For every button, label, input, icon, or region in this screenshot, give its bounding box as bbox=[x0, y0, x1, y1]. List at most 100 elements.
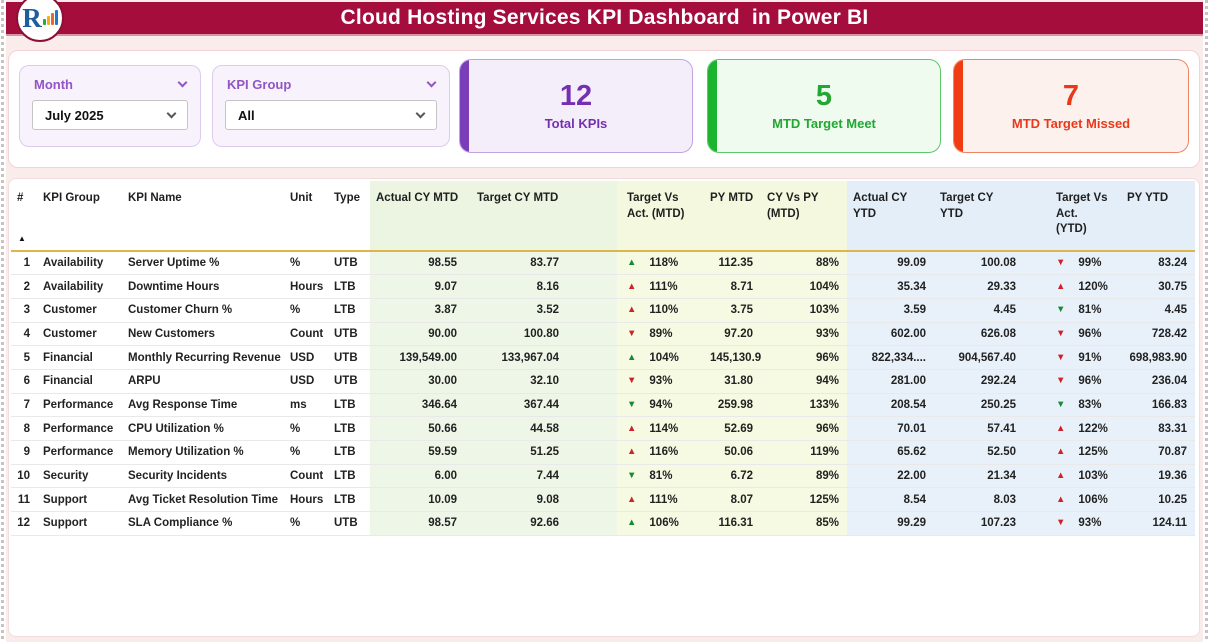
target-cy-ytd-cell: 4.45 bbox=[934, 298, 1024, 323]
chevron-down-icon[interactable] bbox=[177, 77, 188, 88]
type-cell: UTB bbox=[328, 369, 370, 394]
actual-cy-ytd-cell: 99.29 bbox=[847, 511, 934, 536]
row-number-cell: 7 bbox=[11, 393, 37, 418]
arrow-up-icon: ▲ bbox=[1056, 493, 1066, 505]
col-header-kpi-group[interactable]: KPI Group bbox=[37, 181, 122, 252]
target-vs-actual-pct: 125% bbox=[1078, 446, 1108, 459]
target-vs-act-ytd-cell: ▼ 81% bbox=[1024, 298, 1117, 323]
unit-cell: % bbox=[284, 416, 328, 441]
target-vs-actual-pct: 111% bbox=[649, 493, 678, 506]
arrow-up-icon: ▲ bbox=[627, 446, 637, 458]
py-mtd-cell: 97.20 bbox=[704, 322, 761, 347]
actual-cy-ytd-cell: 281.00 bbox=[847, 369, 934, 394]
table-row[interactable]: 10 Security Security Incidents Count LTB 6.00… bbox=[11, 464, 1195, 489]
kpi-name-cell: ARPU bbox=[122, 369, 284, 394]
table-row[interactable]: 4 Customer New Customers Count UTB 90.00 100.8… bbox=[11, 322, 1195, 347]
row-number-cell: 8 bbox=[11, 416, 37, 441]
col-header-target-cy-ytd[interactable]: Target CY YTD bbox=[934, 181, 1024, 252]
table-row[interactable]: 3 Customer Customer Churn %% LTB 3.87 3.52 ▲ 11… bbox=[11, 298, 1195, 323]
unit-cell: Hours bbox=[284, 487, 328, 513]
mtd-target-missed-label: MTD Target Missed bbox=[1011, 115, 1131, 131]
table-row[interactable]: 2 Availability Downtime Hours Hours LTB 9.07 8… bbox=[11, 274, 1195, 299]
target-cy-ytd-cell: 52.50 bbox=[934, 440, 1024, 465]
month-dropdown-value: July 2025 bbox=[45, 107, 104, 123]
month-slicer-label: Month bbox=[34, 77, 73, 92]
kpi-group-cell: Support bbox=[37, 511, 122, 536]
arrow-up-icon: ▲ bbox=[627, 517, 637, 529]
type-cell: UTB bbox=[328, 322, 370, 347]
month-dropdown[interactable]: July 2025 bbox=[32, 100, 188, 130]
target-vs-actual-pct: 81% bbox=[1078, 304, 1102, 317]
target-cy-ytd-cell: 57.41 bbox=[934, 416, 1024, 441]
chevron-down-icon[interactable] bbox=[426, 77, 437, 88]
col-header-target-cy-mtd[interactable]: Target CY MTD bbox=[465, 181, 617, 252]
kpi-group-slicer-header[interactable]: KPI Group bbox=[227, 77, 437, 92]
col-header-cy-vs-py-mtd[interactable]: CY Vs PY (MTD) bbox=[761, 181, 847, 252]
month-slicer: Month July 2025 bbox=[19, 65, 201, 147]
target-vs-actual-pct: 94% bbox=[649, 398, 673, 411]
type-cell: UTB bbox=[328, 251, 370, 276]
target-cy-ytd-cell: 626.08 bbox=[934, 322, 1024, 347]
target-vs-actual-pct: 118% bbox=[649, 257, 679, 270]
table-row[interactable]: 9 Performance Memory Utilization %% LTB 59.5… bbox=[11, 440, 1195, 465]
table-row[interactable]: 8 Performance CPU Utilization %% LTB 50.66 44… bbox=[11, 416, 1195, 441]
target-vs-act-mtd-cell: ▲ 114% bbox=[617, 416, 704, 441]
py-ytd-cell: 70.87 bbox=[1117, 440, 1195, 465]
py-ytd-cell: 728.42 bbox=[1117, 322, 1195, 347]
row-number-cell: 3 bbox=[11, 298, 37, 323]
kpi-group-cell: Performance bbox=[37, 416, 122, 441]
table-row[interactable]: 12 Support SLA Compliance %% UTB 98.57 92.66 ▲… bbox=[11, 511, 1195, 536]
kpi-name-cell: Avg Response Time bbox=[122, 393, 284, 418]
col-header-unit[interactable]: Unit bbox=[284, 181, 328, 252]
actual-cy-ytd-cell: 65.62 bbox=[847, 440, 934, 465]
cy-vs-py-mtd-cell: 133% bbox=[761, 393, 847, 418]
col-header-py-mtd[interactable]: PY MTD bbox=[704, 181, 761, 252]
target-cy-ytd-cell: 107.23 bbox=[934, 511, 1024, 536]
col-header-target-vs-act-ytd[interactable]: Target Vs Act. (YTD) bbox=[1024, 181, 1117, 252]
row-number-cell: 6 bbox=[11, 369, 37, 394]
py-ytd-cell: 4.45 bbox=[1117, 298, 1195, 323]
col-header-target-vs-act-mtd[interactable]: Target Vs Act. (MTD) bbox=[617, 181, 704, 252]
table-row[interactable]: 5 Financial Monthly Recurring Revenue USD UT… bbox=[11, 345, 1195, 370]
col-header-py-ytd[interactable]: PY YTD bbox=[1117, 181, 1195, 252]
arrow-down-icon: ▼ bbox=[1056, 375, 1066, 387]
target-cy-ytd-cell: 8.03 bbox=[934, 487, 1024, 513]
card-accent-bar bbox=[954, 60, 963, 152]
table-row[interactable]: 1 Availability Server Uptime %% UTB 98.55 83.… bbox=[11, 251, 1195, 276]
month-slicer-header[interactable]: Month bbox=[34, 77, 188, 92]
py-mtd-cell: 112.35 bbox=[704, 251, 761, 276]
col-header-index[interactable]: # ▲ bbox=[11, 181, 37, 252]
target-vs-actual-pct: 91% bbox=[1078, 351, 1102, 364]
col-header-actual-cy-ytd[interactable]: Actual CY YTD bbox=[847, 181, 934, 252]
target-cy-mtd-cell: 51.25 bbox=[465, 440, 617, 465]
kpi-group-dropdown[interactable]: All bbox=[225, 100, 437, 130]
sort-ascending-icon[interactable]: ▲ bbox=[18, 234, 26, 245]
dashboard-canvas: R Cloud Hosting Services KPI Dashboard i… bbox=[0, 0, 1210, 642]
table-row[interactable]: 7 Performance Avg Response Time ms LTB 346.64… bbox=[11, 393, 1195, 418]
mtd-target-meet-value: 5 bbox=[815, 80, 833, 113]
logo-bar-chart-icon bbox=[42, 9, 58, 25]
table-row[interactable]: 6 Financial ARPU USD UTB 30.00 32.10 ▼ 93% 31.80 9… bbox=[11, 369, 1195, 394]
arrow-up-icon: ▲ bbox=[1056, 280, 1066, 292]
target-cy-ytd-cell: 21.34 bbox=[934, 464, 1024, 489]
actual-cy-mtd-cell: 346.64 bbox=[370, 393, 465, 418]
unit-cell: USD bbox=[284, 369, 328, 394]
target-cy-mtd-cell: 133,967.04 bbox=[465, 345, 617, 370]
target-cy-ytd-cell: 904,567.40 bbox=[934, 345, 1024, 370]
arrow-up-icon: ▲ bbox=[627, 304, 637, 316]
kpi-name-cell: Server Uptime % bbox=[122, 251, 284, 276]
table-row[interactable]: 11 Support Avg Ticket Resolution Time Hours… bbox=[11, 487, 1195, 513]
type-cell: LTB bbox=[328, 274, 370, 299]
kpi-group-slicer-label: KPI Group bbox=[227, 77, 292, 92]
col-header-kpi-name[interactable]: KPI Name bbox=[122, 181, 284, 252]
target-vs-act-mtd-cell: ▼ 93% bbox=[617, 369, 704, 394]
row-number-cell: 10 bbox=[11, 464, 37, 489]
col-header-type[interactable]: Type bbox=[328, 181, 370, 252]
card-accent-bar bbox=[708, 60, 717, 152]
arrow-down-icon: ▼ bbox=[1056, 351, 1066, 363]
py-mtd-cell: 52.69 bbox=[704, 416, 761, 441]
target-vs-act-mtd-cell: ▲ 106% bbox=[617, 511, 704, 536]
target-vs-act-ytd-cell: ▼ 96% bbox=[1024, 322, 1117, 347]
cy-vs-py-mtd-cell: 104% bbox=[761, 274, 847, 299]
col-header-actual-cy-mtd[interactable]: Actual CY MTD bbox=[370, 181, 465, 252]
